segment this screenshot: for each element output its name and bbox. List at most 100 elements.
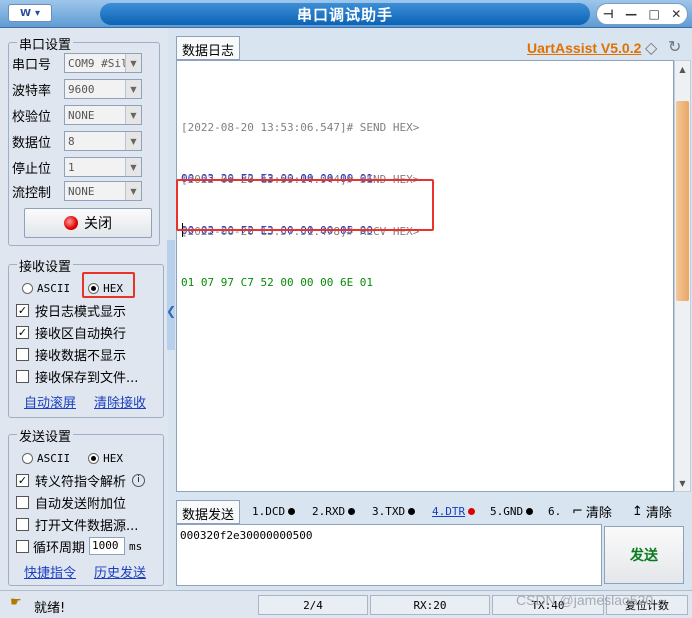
- receive-ascii-radio[interactable]: ASCII: [22, 282, 70, 295]
- scroll-up-icon[interactable]: ▲: [675, 61, 690, 77]
- led-icon: [526, 508, 534, 515]
- send-option-append[interactable]: 自动发送附加位: [16, 492, 126, 512]
- send-settings-title: 发送设置: [17, 426, 74, 445]
- signal-dcd[interactable]: 1.DCD: [252, 505, 296, 518]
- send-option-file-source[interactable]: 打开文件数据源...: [16, 514, 138, 534]
- databits-select[interactable]: 8 ▼: [64, 131, 142, 151]
- clear-receive-link[interactable]: 清除接收: [94, 392, 146, 411]
- chevron-left-icon[interactable]: ❮: [166, 304, 176, 318]
- send-option-escape[interactable]: ✓ 转义符指令解析 i: [16, 470, 146, 490]
- signal-label: 5.GND: [490, 505, 524, 518]
- close-window-button[interactable]: ✕: [671, 7, 681, 21]
- flow-select[interactable]: NONE ▼: [64, 181, 142, 201]
- clear-send-button[interactable]: ⌐ 清除: [572, 502, 612, 521]
- option-label: 接收保存到文件...: [35, 370, 139, 386]
- scroll-thumb[interactable]: [676, 101, 689, 301]
- cycle-input[interactable]: 1000: [89, 537, 126, 555]
- signal-dtr[interactable]: 4.DTR: [432, 505, 476, 518]
- upload-icon: ↥: [632, 504, 643, 519]
- signal-txd[interactable]: 3.TXD: [372, 505, 416, 518]
- databits-value: 8: [68, 134, 75, 148]
- checkbox-checked-icon: ✓: [16, 325, 29, 339]
- receive-settings-title: 接收设置: [17, 256, 74, 275]
- signal-label: 1.DCD: [252, 505, 286, 518]
- autoscroll-link[interactable]: 自动滚屏: [24, 392, 76, 411]
- field-label: 校验位: [12, 109, 52, 125]
- data-log-area[interactable]: [2022-08-20 13:53:06.547]# SEND HEX> 00 …: [176, 60, 674, 492]
- signal-label: 3.TXD: [372, 505, 406, 518]
- status-page: 2/4: [258, 595, 368, 615]
- option-label: 接收区自动换行: [35, 326, 127, 342]
- checkbox-checked-icon: ✓: [16, 303, 29, 317]
- close-port-button[interactable]: 关闭: [24, 208, 152, 238]
- panel-collapse-strip[interactable]: [167, 240, 175, 350]
- hand-icon: ☛: [10, 595, 22, 610]
- recv-option-log-mode[interactable]: ✓ 按日志模式显示: [16, 300, 126, 320]
- window-controls: ⊣ — □ ✕: [596, 3, 688, 25]
- signal-6[interactable]: 6.: [548, 505, 561, 518]
- eraser-icon: ⌐: [572, 504, 583, 519]
- send-option-cycle[interactable]: 循环周期 1000 ms: [16, 536, 142, 556]
- parity-select[interactable]: NONE ▼: [64, 105, 142, 125]
- option-label: 转义符指令解析: [35, 474, 127, 490]
- log-scrollbar[interactable]: ▲ ▼: [674, 60, 691, 492]
- scroll-down-icon[interactable]: ▼: [675, 475, 690, 491]
- led-icon: [408, 508, 416, 515]
- info-icon[interactable]: i: [132, 473, 146, 487]
- recv-option-autowrap[interactable]: ✓ 接收区自动换行: [16, 322, 126, 342]
- tab-data-log[interactable]: 数据日志: [176, 36, 241, 60]
- log-data: 01 07 97 C7 52 00 00 00 6E 01: [181, 276, 374, 289]
- cycle-unit: ms: [129, 539, 143, 553]
- diamond-icon[interactable]: ◇: [645, 38, 657, 57]
- recv-highlight-box: [176, 179, 434, 231]
- field-label: 波特率: [12, 83, 52, 99]
- parity-value: NONE: [68, 108, 95, 122]
- field-row-baud: 波特率 9600 ▼: [12, 78, 142, 100]
- signal-gnd[interactable]: 5.GND: [490, 505, 534, 518]
- led-red-icon: [468, 508, 476, 515]
- serial-settings-title: 串口设置: [17, 34, 74, 53]
- clear-log-button[interactable]: ↥ 清除: [632, 502, 672, 521]
- left-panel: 串口设置 串口号 COM9 #Sil ▼ 波特率 9600 ▼ 校验位 NONE ▼ …: [0, 28, 168, 590]
- clear-label: 清除: [585, 506, 612, 521]
- send-hex-label: HEX: [103, 451, 123, 465]
- tab-data-send[interactable]: 数据发送: [176, 500, 241, 524]
- recv-option-hide[interactable]: 接收数据不显示: [16, 344, 126, 364]
- chevron-down-icon: ▼: [125, 182, 141, 200]
- signal-label: 4.DTR: [432, 505, 466, 518]
- send-button[interactable]: 发送: [604, 526, 684, 584]
- port-select[interactable]: COM9 #Sil ▼: [64, 53, 142, 73]
- field-row-stopbits: 停止位 1 ▼: [12, 156, 142, 178]
- refresh-icon[interactable]: ↻: [668, 37, 681, 56]
- send-history-link[interactable]: 历史发送: [94, 562, 146, 581]
- stopbits-select[interactable]: 1 ▼: [64, 157, 142, 177]
- chevron-down-icon: ▼: [125, 80, 141, 98]
- flow-value: NONE: [68, 184, 95, 198]
- chevron-down-icon: ▾: [35, 7, 41, 19]
- signal-rxd[interactable]: 2.RXD: [312, 505, 356, 518]
- shortcut-commands-link[interactable]: 快捷指令: [24, 562, 76, 581]
- recv-option-save-file[interactable]: 接收保存到文件...: [16, 366, 138, 386]
- checkbox-icon: [16, 517, 29, 531]
- baud-select[interactable]: 9600 ▼: [64, 79, 142, 99]
- title-bar: W ▾ 串口调试助手 ⊣ — □ ✕: [0, 0, 692, 28]
- checkbox-icon: [16, 369, 29, 383]
- field-label: 流控制: [12, 185, 52, 201]
- send-hex-radio[interactable]: HEX: [88, 452, 123, 465]
- brand-link[interactable]: UartAssist V5.0.2: [527, 40, 641, 56]
- signal-label: 2.RXD: [312, 505, 346, 518]
- chevron-down-icon: ▼: [125, 106, 141, 124]
- maximize-button[interactable]: □: [648, 7, 659, 21]
- send-ascii-radio[interactable]: ASCII: [22, 452, 70, 465]
- close-port-label: 关闭: [84, 216, 112, 232]
- field-label: 串口号: [12, 57, 52, 73]
- port-value: COM9 #Sil: [68, 56, 125, 70]
- pin-icon[interactable]: ⊣: [603, 7, 614, 21]
- led-icon: [288, 508, 296, 515]
- app-menu-button[interactable]: W ▾: [8, 4, 52, 22]
- led-icon: [348, 508, 356, 515]
- baud-value: 9600: [68, 82, 95, 96]
- hex-highlight-box: [82, 272, 135, 298]
- send-data-input[interactable]: 000320f2e30000000500: [176, 524, 602, 586]
- minimize-button[interactable]: —: [625, 7, 637, 21]
